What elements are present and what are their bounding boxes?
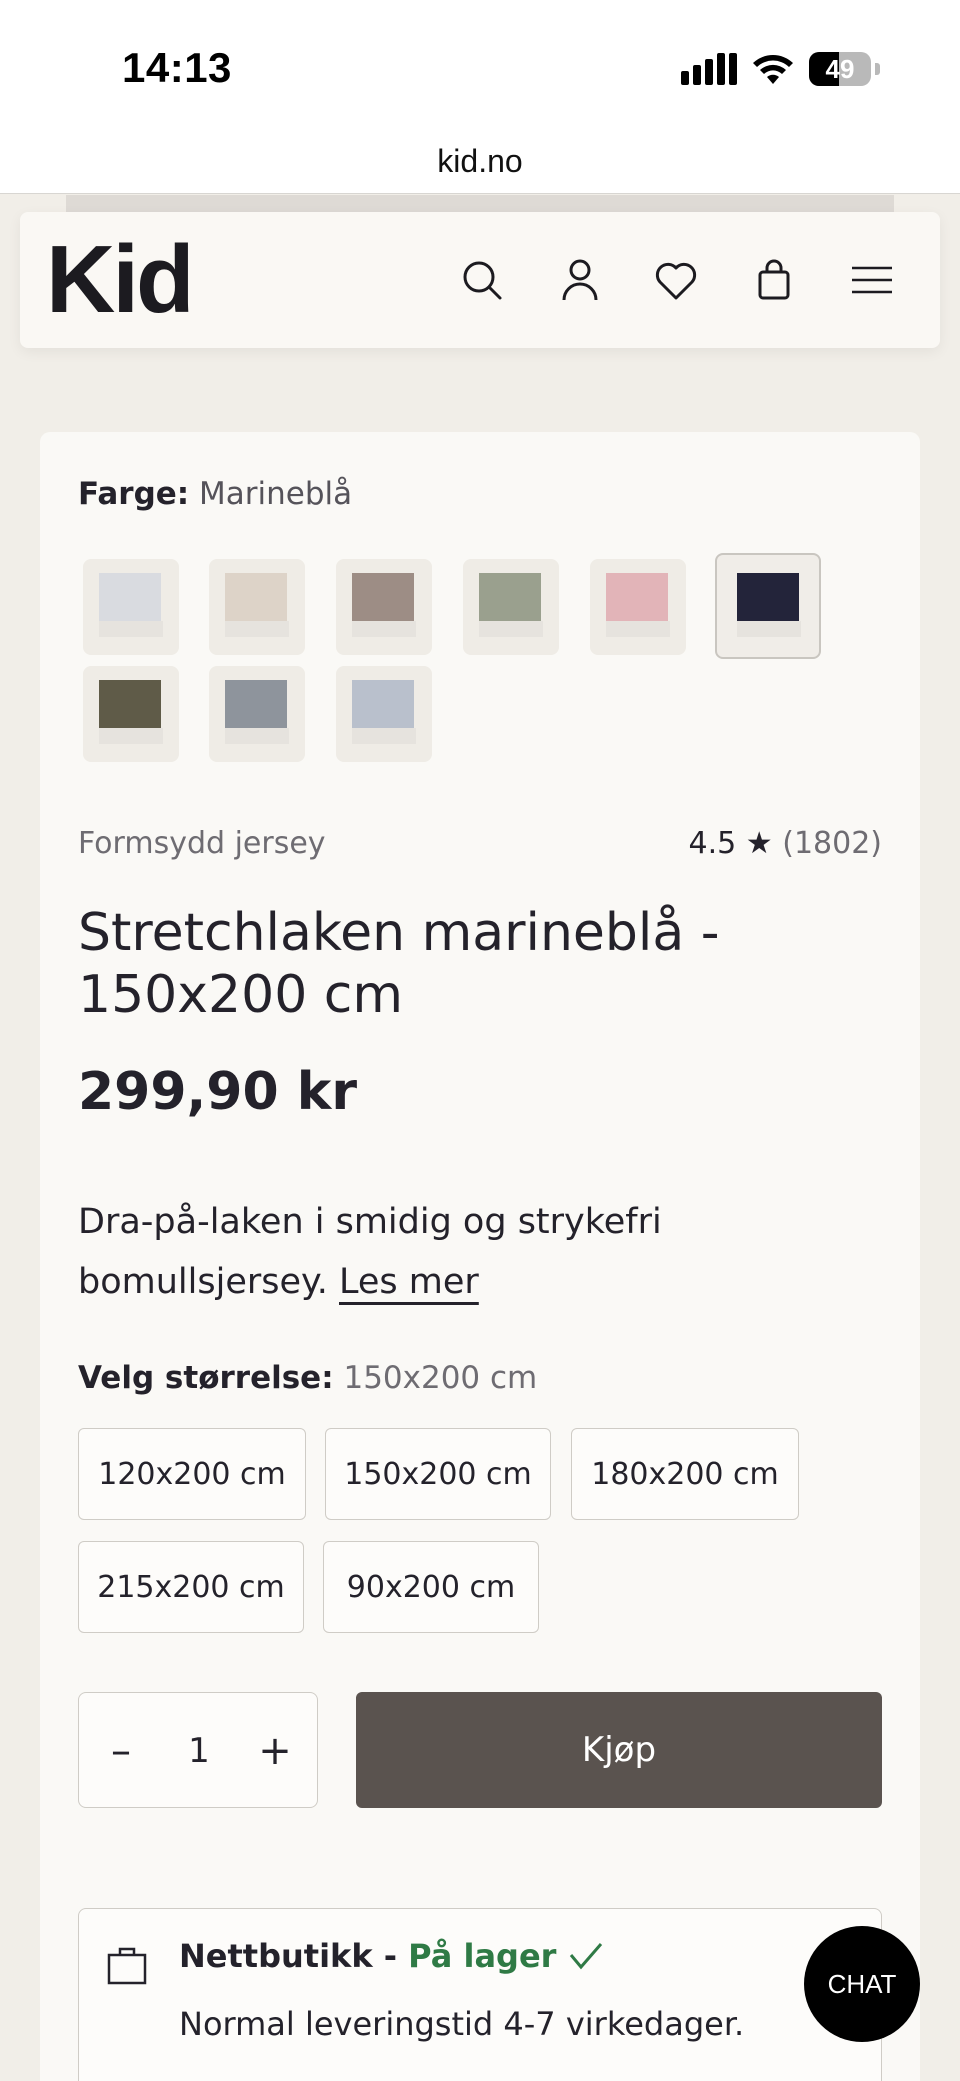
stock-title: Nettbutikk - På lager: [179, 1937, 604, 1975]
product-price: 299,90 kr: [78, 1062, 357, 1122]
color-swatch[interactable]: [463, 559, 559, 655]
size-option[interactable]: 90x200 cm: [323, 1541, 539, 1633]
color-swatch[interactable]: [83, 559, 179, 655]
color-value: Marineblå: [199, 476, 353, 512]
size-option[interactable]: 215x200 cm: [78, 1541, 304, 1633]
color-swatch[interactable]: [83, 666, 179, 762]
signal-icon: [681, 53, 737, 85]
color-swatch[interactable]: [590, 559, 686, 655]
logo[interactable]: Kid: [46, 232, 195, 328]
search-icon[interactable]: [458, 256, 506, 304]
color-swatch[interactable]: [336, 559, 432, 655]
status-time: 14:13: [122, 44, 232, 91]
color-label: Farge: Marineblå: [78, 476, 353, 512]
increase-quantity-button[interactable]: +: [251, 1727, 299, 1775]
size-option[interactable]: 150x200 cm: [325, 1428, 551, 1520]
decrease-quantity-button[interactable]: –: [97, 1727, 145, 1775]
color-swatch[interactable]: [209, 559, 305, 655]
color-swatch[interactable]: [209, 666, 305, 762]
read-more-link[interactable]: Les mer: [339, 1262, 479, 1302]
account-icon[interactable]: [556, 256, 604, 304]
quantity-input[interactable]: [165, 1727, 233, 1775]
color-swatch[interactable]: [336, 666, 432, 762]
size-option[interactable]: 120x200 cm: [78, 1428, 306, 1520]
url-bar[interactable]: kid.no: [0, 130, 960, 194]
status-icons: 49: [681, 52, 880, 86]
site-header: Kid: [20, 212, 940, 348]
shopping-bag-icon: [107, 1947, 147, 1985]
checkmark-icon: [569, 1943, 602, 1970]
size-option[interactable]: 180x200 cm: [571, 1428, 799, 1520]
battery-icon: 49: [809, 52, 871, 86]
stock-status: På lager: [408, 1937, 557, 1975]
product-category[interactable]: Formsydd jersey: [78, 826, 326, 861]
menu-icon[interactable]: [848, 256, 896, 304]
url-text: kid.no: [437, 143, 523, 179]
size-label: Velg størrelse: 150x200 cm: [78, 1360, 538, 1396]
wifi-icon: [753, 55, 793, 84]
chat-button[interactable]: CHAT: [804, 1926, 920, 2042]
buy-button[interactable]: Kjøp: [356, 1692, 882, 1808]
bag-icon[interactable]: [750, 256, 798, 304]
product-title: Stretchlaken marineblå - 150x200 cm: [78, 903, 720, 1025]
star-icon: ★: [745, 826, 773, 861]
product-card: Farge: Marineblå Formsydd jersey 4.5 ★ (…: [40, 432, 920, 2081]
heart-icon[interactable]: [652, 256, 700, 304]
color-swatch[interactable]: [715, 553, 821, 659]
product-description: Dra-på-laken i smidig og strykefri bomul…: [78, 1202, 662, 1302]
stock-info: Nettbutikk - På lager Normal leveringsti…: [78, 1908, 882, 2081]
size-value: 150x200 cm: [343, 1360, 538, 1396]
delivery-time: Normal leveringstid 4-7 virkedager.: [179, 2005, 745, 2043]
product-rating[interactable]: 4.5 ★ (1802): [689, 826, 882, 861]
quantity-stepper: – +: [78, 1692, 318, 1808]
status-bar: 14:13 49: [0, 0, 960, 130]
rating-count: (1802): [782, 826, 882, 861]
banner-edge: [66, 195, 894, 213]
battery-level: 49: [825, 53, 855, 84]
